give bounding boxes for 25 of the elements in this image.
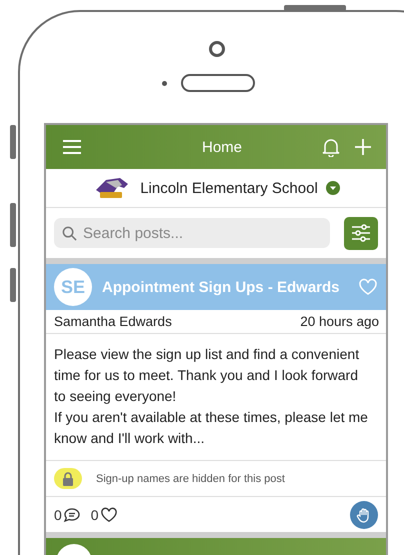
post-text: Please view the sign up list and find a convenient time for us to meet. Thank you and I look forward to seeing everyone! — [54, 345, 360, 406]
lock-icon — [62, 472, 74, 486]
privacy-note: Sign-up names are hidden for this post — [96, 472, 285, 484]
sliders-icon — [351, 224, 371, 242]
heart-icon[interactable] — [100, 506, 118, 522]
post-text: If you aren't available at these times, please let me know and I'll work with... — [54, 408, 369, 448]
avatar: SE — [54, 268, 92, 306]
dropdown-icon[interactable] — [326, 181, 340, 195]
camera — [209, 41, 225, 57]
header-title: Home — [200, 138, 243, 156]
plus-icon[interactable] — [354, 138, 372, 156]
school-name: Lincoln Elementary School — [140, 180, 318, 196]
search-icon — [62, 226, 77, 241]
post-time: 20 hours ago — [300, 314, 379, 329]
sensor-dot — [162, 80, 167, 86]
filter-button[interactable] — [344, 216, 378, 250]
raise-hand-button[interactable] — [350, 500, 378, 528]
search-field[interactable]: Search posts... — [54, 218, 330, 248]
menu-icon[interactable] — [62, 139, 82, 155]
like-count: 0 — [90, 506, 99, 522]
author-name: Samantha Edwards — [54, 314, 172, 329]
bell-icon[interactable] — [322, 137, 340, 157]
comment-icon[interactable] — [62, 506, 81, 522]
comment-count: 0 — [54, 506, 62, 522]
post-title: Appointment Sign Ups - Edwards — [102, 278, 341, 296]
